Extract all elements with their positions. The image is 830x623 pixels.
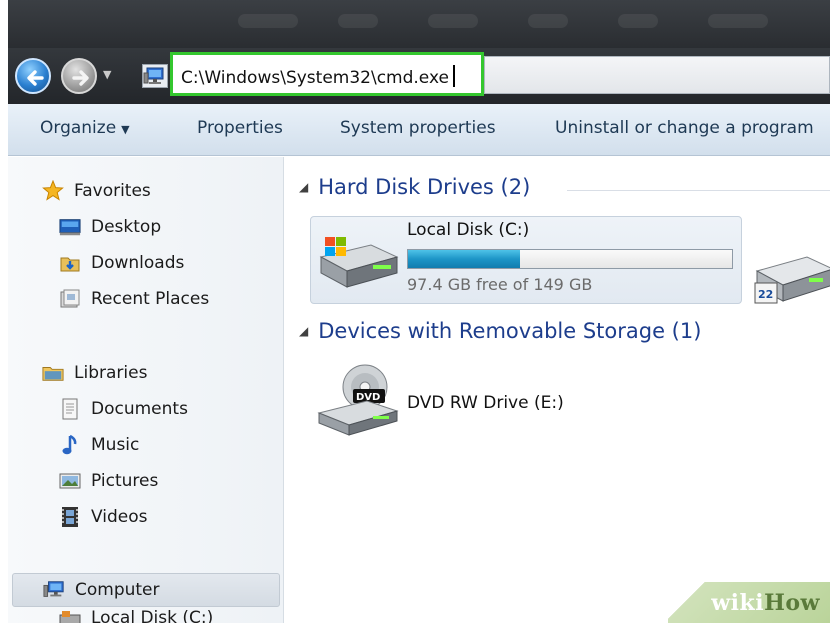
nav-favorites[interactable]: Favorites bbox=[42, 174, 151, 208]
drive-name-local-disk: Local Disk (C:) bbox=[407, 220, 530, 240]
uninstall-program-label: Uninstall or change a program bbox=[555, 118, 814, 138]
desktop-icon bbox=[59, 216, 81, 238]
system-properties-button[interactable]: System properties bbox=[340, 118, 496, 138]
address-path: C:\Windows\System32\cmd.exe bbox=[181, 68, 449, 88]
nav-downloads[interactable]: Downloads bbox=[59, 246, 184, 280]
content-pane: ◢ Hard Disk Drives (2) Local Disk (C:) 9… bbox=[285, 157, 830, 623]
collapse-triangle-icon[interactable]: ◢ bbox=[299, 324, 308, 338]
videos-icon bbox=[59, 506, 81, 528]
title-blur bbox=[238, 14, 298, 28]
drive-usage-fill bbox=[408, 250, 521, 268]
system-properties-label: System properties bbox=[340, 118, 496, 138]
back-arrow-icon bbox=[27, 70, 44, 86]
group-hard-disk-drives[interactable]: ◢ Hard Disk Drives (2) bbox=[299, 175, 530, 199]
watermark-suffix: How bbox=[764, 590, 820, 616]
group-removable-storage[interactable]: ◢ Devices with Removable Storage (1) bbox=[299, 319, 701, 343]
uninstall-program-button[interactable]: Uninstall or change a program bbox=[555, 118, 814, 138]
forward-arrow-icon bbox=[72, 70, 89, 86]
nav-pictures-label: Pictures bbox=[91, 471, 159, 491]
nav-desktop[interactable]: Desktop bbox=[59, 210, 161, 244]
nav-music[interactable]: Music bbox=[59, 428, 139, 462]
libraries-icon bbox=[42, 362, 64, 384]
group-title: Devices with Removable Storage (1) bbox=[318, 319, 702, 343]
nav-videos-label: Videos bbox=[91, 507, 148, 527]
nav-local-disk-label: Local Disk (C:) bbox=[91, 608, 214, 623]
nav-music-label: Music bbox=[91, 435, 140, 455]
nav-computer[interactable]: Computer bbox=[12, 573, 280, 607]
documents-icon bbox=[59, 398, 81, 420]
dvd-drive-icon[interactable]: DVD bbox=[315, 363, 401, 443]
text-cursor bbox=[452, 65, 455, 87]
nav-recent-places-label: Recent Places bbox=[91, 289, 210, 309]
title-blur bbox=[428, 14, 478, 28]
second-hard-drive-icon[interactable]: 22 bbox=[753, 245, 830, 311]
downloads-icon bbox=[59, 252, 81, 274]
navigation-pane: Favorites Desktop Downloads Recent Place… bbox=[8, 157, 284, 623]
hard-drive-windows-icon bbox=[313, 235, 399, 297]
nav-videos[interactable]: Videos bbox=[59, 500, 148, 534]
svg-text:22: 22 bbox=[758, 288, 773, 301]
nav-favorites-label: Favorites bbox=[74, 181, 151, 201]
drive-name-dvd: DVD RW Drive (E:) bbox=[407, 393, 564, 413]
group-title: Hard Disk Drives (2) bbox=[318, 175, 531, 199]
nav-downloads-label: Downloads bbox=[91, 253, 185, 273]
chevron-down-icon: ▼ bbox=[121, 123, 130, 136]
organize-label: Organize bbox=[40, 118, 117, 138]
address-bar-input[interactable]: C:\Windows\System32\cmd.exe bbox=[170, 52, 484, 96]
wikihow-watermark: wikiHow bbox=[668, 582, 830, 623]
nav-libraries-label: Libraries bbox=[74, 363, 148, 383]
properties-button[interactable]: Properties bbox=[197, 118, 283, 138]
navigation-bar: ▼ C:\Windows\System32\cmd.exe bbox=[8, 48, 830, 104]
drive-icon bbox=[59, 607, 81, 623]
address-bar-remaining-area[interactable] bbox=[484, 56, 830, 94]
nav-desktop-label: Desktop bbox=[91, 217, 162, 237]
nav-documents[interactable]: Documents bbox=[59, 392, 188, 426]
nav-recent-places[interactable]: Recent Places bbox=[59, 282, 209, 316]
group-divider bbox=[567, 190, 830, 191]
command-toolbar: Organize ▼ Properties System properties U… bbox=[8, 104, 830, 156]
forward-button[interactable] bbox=[61, 58, 97, 94]
nav-local-disk-partial[interactable]: Local Disk (C:) bbox=[59, 607, 213, 623]
nav-pictures[interactable]: Pictures bbox=[59, 464, 158, 498]
organize-button[interactable]: Organize ▼ bbox=[40, 118, 130, 138]
watermark-prefix: wiki bbox=[711, 590, 765, 616]
computer-location-icon bbox=[142, 64, 168, 88]
recent-pages-dropdown[interactable]: ▼ bbox=[103, 68, 111, 81]
nav-computer-label: Computer bbox=[75, 580, 160, 600]
recent-places-icon bbox=[59, 288, 81, 310]
title-blur bbox=[528, 14, 568, 28]
computer-icon bbox=[43, 579, 65, 601]
title-blur bbox=[618, 14, 658, 28]
title-blur bbox=[338, 14, 378, 28]
nav-libraries[interactable]: Libraries bbox=[42, 356, 147, 390]
drive-usage-bar bbox=[407, 249, 733, 269]
music-icon bbox=[59, 434, 81, 456]
back-button[interactable] bbox=[15, 58, 51, 94]
collapse-triangle-icon[interactable]: ◢ bbox=[299, 180, 308, 194]
drive-free-space: 97.4 GB free of 149 GB bbox=[407, 275, 593, 294]
title-blur bbox=[708, 14, 768, 28]
nav-documents-label: Documents bbox=[91, 399, 188, 419]
pictures-icon bbox=[59, 470, 81, 492]
properties-label: Properties bbox=[197, 118, 283, 138]
window-title-bar bbox=[8, 0, 830, 48]
star-icon bbox=[42, 180, 64, 202]
